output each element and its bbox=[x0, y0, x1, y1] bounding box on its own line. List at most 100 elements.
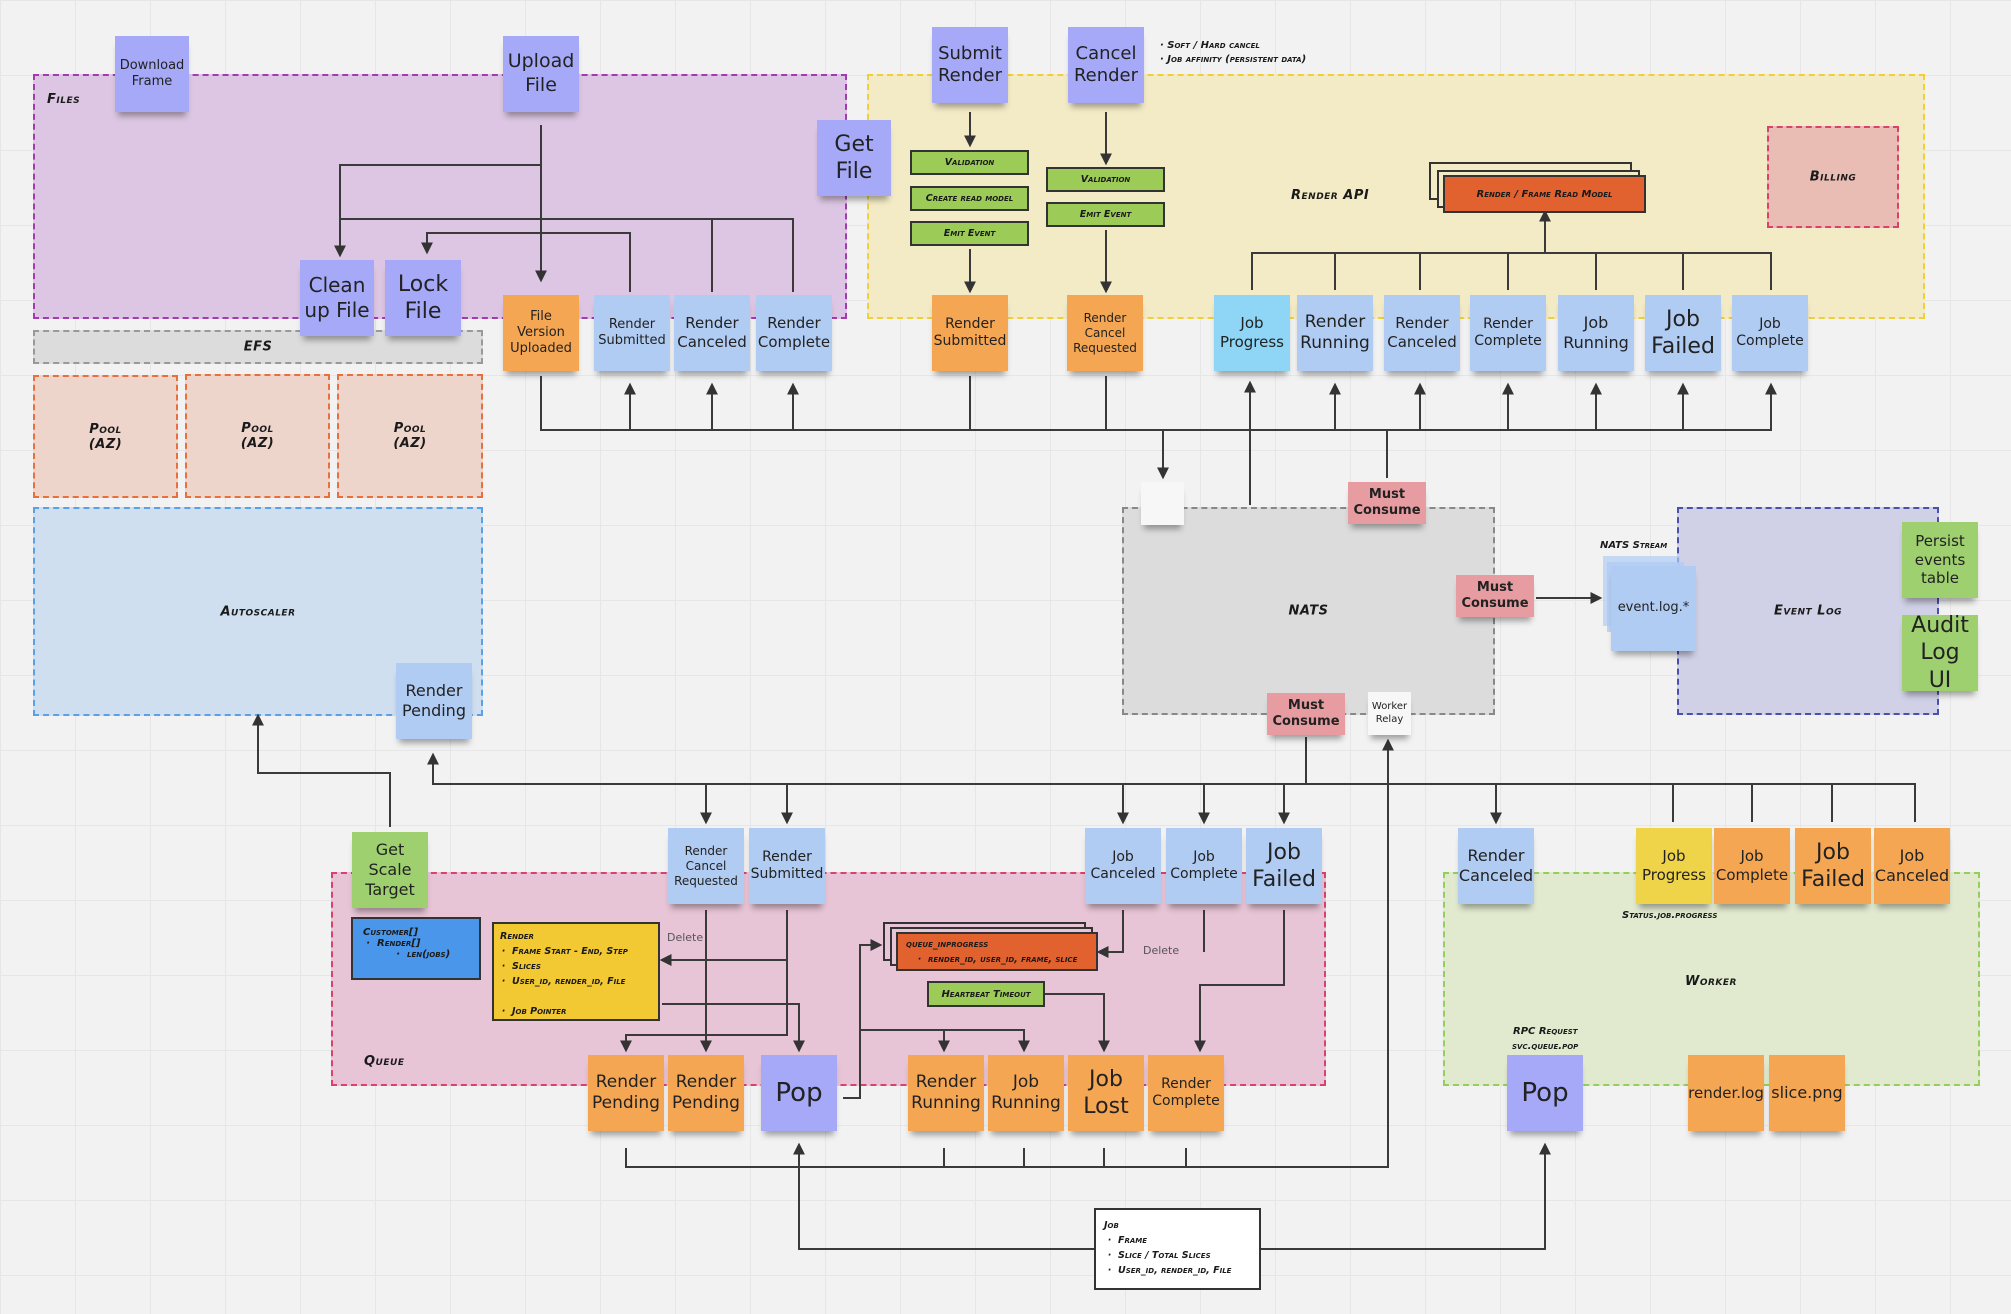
queue-zone-label: Queue bbox=[364, 1054, 405, 1069]
sticky-queue-render-pending-1[interactable]: Render Pending bbox=[588, 1055, 664, 1131]
render-struct-box[interactable]: Render Frame Start - End, Step Slices Us… bbox=[492, 922, 660, 1021]
billing-zone-label: Billing bbox=[1809, 169, 1857, 185]
process-step-submit[interactable]: Create read model bbox=[910, 186, 1029, 211]
render-struct-title: Render bbox=[500, 931, 534, 942]
sticky-text: Job Lost bbox=[1083, 1066, 1129, 1120]
sticky-queue-render-complete[interactable]: Render Complete bbox=[1148, 1055, 1224, 1131]
customer-box[interactable]: Customer[] Render[] len(jobs) bbox=[351, 917, 481, 980]
process-step-cancel[interactable]: Validation bbox=[1046, 167, 1165, 192]
sticky-queue-job-canceled[interactable]: Job Canceled bbox=[1085, 828, 1161, 904]
process-step-submit[interactable]: Emit Event bbox=[910, 221, 1029, 246]
sticky-queue-render-pending-2[interactable]: Render Pending bbox=[668, 1055, 744, 1131]
sticky-text: Job Running bbox=[1563, 313, 1629, 352]
read-model-box[interactable]: Render / Frame Read Model bbox=[1443, 175, 1646, 213]
sticky-queue-render-running[interactable]: Render Running bbox=[908, 1055, 984, 1131]
cancel-notes: · Soft / Hard cancel · Job affinity (per… bbox=[1160, 39, 1306, 67]
sticky-text: Submit Render bbox=[937, 42, 1003, 87]
sticky-worker-relay[interactable]: Worker Relay bbox=[1368, 692, 1411, 735]
sticky-cancel-render[interactable]: Cancel Render bbox=[1068, 27, 1144, 103]
connector-arrow bbox=[252, 713, 391, 827]
process-step-label: Emit Event bbox=[943, 228, 996, 239]
sticky-get-file[interactable]: Get File bbox=[817, 120, 891, 196]
render-struct-item: Frame Start - End, Step bbox=[512, 944, 652, 959]
sticky-text: Upload File bbox=[507, 50, 575, 96]
sticky-api-job-complete[interactable]: Job Complete bbox=[1732, 295, 1808, 371]
pool-zone-3: Pool (AZ) bbox=[337, 374, 483, 498]
sticky-api-job-failed[interactable]: Job Failed bbox=[1645, 295, 1721, 371]
job-struct-box[interactable]: Job Frame Slice / Total Slices User_id, … bbox=[1094, 1208, 1261, 1290]
nats-zone: NATS bbox=[1122, 507, 1495, 715]
customer-box-subitem: len(jobs) bbox=[407, 949, 469, 960]
sticky-api-render-submitted[interactable]: Render Submitted bbox=[932, 295, 1008, 371]
sticky-api-render-cancel-requested[interactable]: Render Cancel Requested bbox=[1067, 295, 1143, 371]
sticky-slice-png[interactable]: slice.png bbox=[1769, 1055, 1845, 1131]
sticky-worker-job-complete[interactable]: Job Complete bbox=[1714, 828, 1790, 904]
delete-edge-label: Delete bbox=[1143, 944, 1180, 957]
sticky-api-render-canceled[interactable]: Render Canceled bbox=[1384, 295, 1460, 371]
process-step-label: Validation bbox=[944, 157, 995, 168]
queue-inprogress-box[interactable]: queue_inprogress render_id, user_id, fra… bbox=[896, 932, 1098, 971]
render-api-zone-label: Render API bbox=[1291, 188, 1370, 203]
sticky-files-render-submitted[interactable]: Render Submitted bbox=[594, 295, 670, 371]
sticky-event-log-stream[interactable]: event.log.* bbox=[1611, 566, 1696, 651]
sticky-files-render-complete[interactable]: Render Complete bbox=[756, 295, 832, 371]
sticky-must-consume-right[interactable]: Must Consume bbox=[1456, 575, 1534, 617]
sticky-worker-job-canceled[interactable]: Job Canceled bbox=[1874, 828, 1950, 904]
sticky-queue-render-submitted[interactable]: Render Submitted bbox=[749, 828, 825, 904]
sticky-clean-up-file[interactable]: Clean up File bbox=[300, 260, 374, 336]
sticky-nats-blank[interactable] bbox=[1141, 482, 1184, 525]
sticky-lock-file[interactable]: Lock File bbox=[385, 260, 461, 336]
read-model-label: Render / Frame Read Model bbox=[1476, 188, 1613, 200]
customer-box-title: Customer[] bbox=[363, 927, 419, 938]
queue-inprogress-item: render_id, user_id, frame, slice bbox=[928, 952, 1088, 967]
sticky-submit-render[interactable]: Submit Render bbox=[932, 27, 1008, 103]
sticky-queue-job-failed[interactable]: Job Failed bbox=[1246, 828, 1322, 904]
sticky-queue-job-running[interactable]: Job Running bbox=[988, 1055, 1064, 1131]
sticky-worker-render-canceled[interactable]: Render Canceled bbox=[1458, 828, 1534, 904]
sticky-worker-job-failed[interactable]: Job Failed bbox=[1795, 828, 1871, 904]
sticky-api-render-running[interactable]: Render Running bbox=[1297, 295, 1373, 371]
sticky-queue-job-lost[interactable]: Job Lost bbox=[1068, 1055, 1144, 1131]
sticky-text: render.log bbox=[1688, 1083, 1764, 1102]
sticky-text: Render Canceled bbox=[1458, 846, 1534, 885]
sticky-text: Must Consume bbox=[1461, 579, 1529, 611]
sticky-queue-job-complete[interactable]: Job Complete bbox=[1166, 828, 1242, 904]
sticky-files-render-canceled[interactable]: Render Canceled bbox=[674, 295, 750, 371]
sticky-text: Job Failed bbox=[1252, 839, 1316, 893]
heartbeat-timeout-label: Heartbeat Timeout bbox=[941, 988, 1031, 1000]
heartbeat-timeout-step[interactable]: Heartbeat Timeout bbox=[927, 981, 1045, 1007]
sticky-text: Render Canceled bbox=[677, 314, 747, 351]
process-step-cancel[interactable]: Emit Event bbox=[1046, 202, 1165, 227]
sticky-get-scale-target[interactable]: Get Scale Target bbox=[352, 832, 428, 908]
sticky-upload-file[interactable]: Upload File bbox=[503, 36, 579, 112]
sticky-queue-render-cancel-requested[interactable]: Render Cancel Requested bbox=[668, 828, 744, 904]
sticky-file-version-uploaded[interactable]: File Version Uploaded bbox=[503, 295, 579, 371]
sticky-text: Job Progress bbox=[1641, 847, 1706, 884]
pool-zone-2: Pool (AZ) bbox=[185, 374, 330, 498]
sticky-worker-job-progress[interactable]: Job Progress bbox=[1636, 828, 1712, 904]
nats-stream-label: NATS Stream bbox=[1600, 540, 1668, 551]
sticky-api-job-progress[interactable]: Job Progress bbox=[1214, 295, 1290, 371]
sticky-download-frame[interactable]: Download Frame bbox=[115, 36, 189, 112]
job-struct-item: User_id, render_id, File bbox=[1118, 1263, 1251, 1278]
sticky-api-render-complete[interactable]: Render Complete bbox=[1470, 295, 1546, 371]
sticky-text: Job Canceled bbox=[1874, 846, 1950, 885]
sticky-must-consume-bottom[interactable]: Must Consume bbox=[1267, 693, 1345, 735]
sticky-autoscaler-render-pending[interactable]: Render Pending bbox=[396, 663, 472, 739]
sticky-render-log[interactable]: render.log bbox=[1688, 1055, 1764, 1131]
sticky-text: Render Pending bbox=[672, 1071, 740, 1113]
sticky-audit-log-ui[interactable]: Audit Log UI bbox=[1902, 613, 1978, 693]
nats-zone-label: NATS bbox=[1288, 603, 1329, 619]
sticky-text: Render Submitted bbox=[750, 848, 824, 883]
sticky-persist-events-table[interactable]: Persist events table bbox=[1902, 522, 1978, 598]
sticky-text: Must Consume bbox=[1272, 697, 1340, 729]
process-step-label: Emit Event bbox=[1079, 209, 1132, 220]
cancel-note: · Job affinity (persistent data) bbox=[1160, 54, 1307, 65]
sticky-queue-pop[interactable]: Pop bbox=[761, 1055, 837, 1131]
sticky-api-job-running[interactable]: Job Running bbox=[1558, 295, 1634, 371]
process-step-submit[interactable]: Validation bbox=[910, 150, 1029, 175]
sticky-worker-pop[interactable]: Pop bbox=[1507, 1055, 1583, 1131]
sticky-text: Persist events table bbox=[1914, 531, 1966, 588]
event-log-zone: Event Log bbox=[1677, 507, 1939, 715]
sticky-must-consume-top[interactable]: Must Consume bbox=[1348, 482, 1426, 524]
